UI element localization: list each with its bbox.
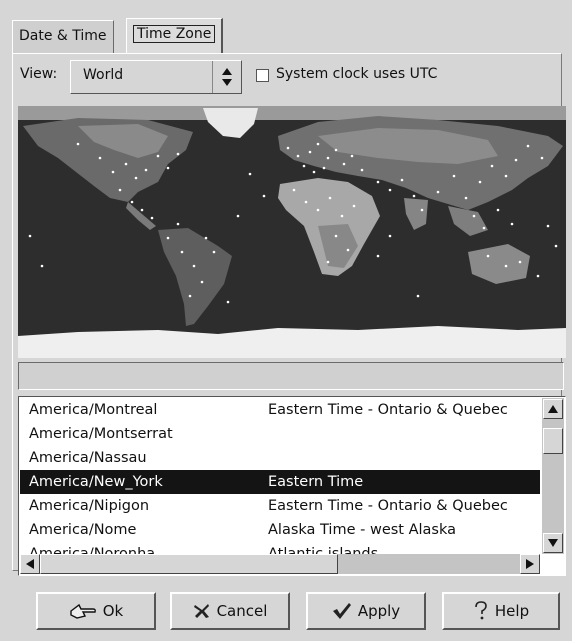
tab-time-zone-label: Time Zone — [133, 25, 216, 43]
scroll-down-icon[interactable] — [543, 533, 563, 553]
ok-button[interactable]: Ok — [36, 592, 156, 630]
list-item[interactable]: America/Noronha Atlantic islands — [20, 542, 540, 554]
list-item[interactable]: America/Nipigon Eastern Time - Ontario &… — [20, 494, 540, 518]
scroll-left-icon[interactable] — [20, 554, 40, 574]
list-item-selected[interactable]: America/New_York Eastern Time — [20, 470, 540, 494]
selected-timezone-field[interactable] — [18, 362, 564, 390]
ok-button-label: Ok — [102, 602, 124, 620]
zone-name: America/Nipigon — [29, 498, 150, 514]
world-map-icon[interactable] — [18, 106, 566, 358]
utc-checkbox-label: System clock uses UTC — [276, 66, 438, 82]
horizontal-scroll-thumb[interactable] — [40, 554, 338, 574]
vertical-scrollbar[interactable] — [542, 398, 564, 554]
help-button[interactable]: Help — [442, 592, 560, 630]
timezone-list-rows: America/Montreal Eastern Time - Ontario … — [20, 398, 540, 554]
zone-name: America/Montreal — [29, 402, 158, 418]
list-item[interactable]: America/Nassau — [20, 446, 540, 470]
scroll-up-icon[interactable] — [543, 399, 563, 419]
cancel-x-icon — [193, 604, 209, 618]
view-select-value: World — [83, 67, 124, 83]
list-item[interactable]: America/Montreal Eastern Time - Ontario … — [20, 398, 540, 422]
zone-name: America/New_York — [29, 474, 163, 490]
view-label: View: — [20, 66, 58, 82]
zone-name: America/Montserrat — [29, 426, 173, 442]
zone-description: Atlantic islands — [268, 546, 379, 554]
tab-date-time-label: Date & Time — [19, 28, 107, 44]
view-select[interactable]: World — [70, 60, 242, 94]
cancel-button[interactable]: Cancel — [170, 592, 290, 630]
scroll-right-icon[interactable] — [520, 554, 540, 574]
cancel-button-label: Cancel — [216, 602, 268, 620]
list-item[interactable]: America/Nome Alaska Time - west Alaska — [20, 518, 540, 542]
zone-description: Eastern Time — [268, 474, 364, 490]
help-button-label: Help — [494, 602, 530, 620]
zone-name: America/Nassau — [29, 450, 147, 466]
tab-date-time[interactable]: Date & Time — [12, 20, 114, 53]
list-item[interactable]: America/Montserrat — [20, 422, 540, 446]
question-mark-icon — [475, 601, 487, 620]
updown-arrows-icon[interactable] — [212, 61, 241, 93]
tab-time-zone[interactable]: Time Zone — [126, 18, 224, 54]
hand-pointer-icon — [70, 603, 96, 619]
zone-description: Eastern Time - Ontario & Quebec — [268, 402, 508, 418]
zone-name: America/Noronha — [29, 546, 156, 554]
horizontal-scrollbar[interactable] — [20, 554, 540, 574]
zone-description: Eastern Time - Ontario & Quebec — [268, 498, 508, 514]
zone-name: America/Nome — [29, 522, 137, 538]
timezone-list[interactable]: America/Montreal Eastern Time - Ontario … — [18, 396, 566, 576]
zone-description: Alaska Time - west Alaska — [268, 522, 457, 538]
vertical-scroll-thumb[interactable] — [543, 428, 563, 454]
utc-checkbox[interactable] — [256, 69, 269, 82]
apply-button-label: Apply — [357, 602, 401, 620]
apply-button[interactable]: Apply — [306, 592, 426, 630]
checkmark-icon — [332, 603, 351, 619]
